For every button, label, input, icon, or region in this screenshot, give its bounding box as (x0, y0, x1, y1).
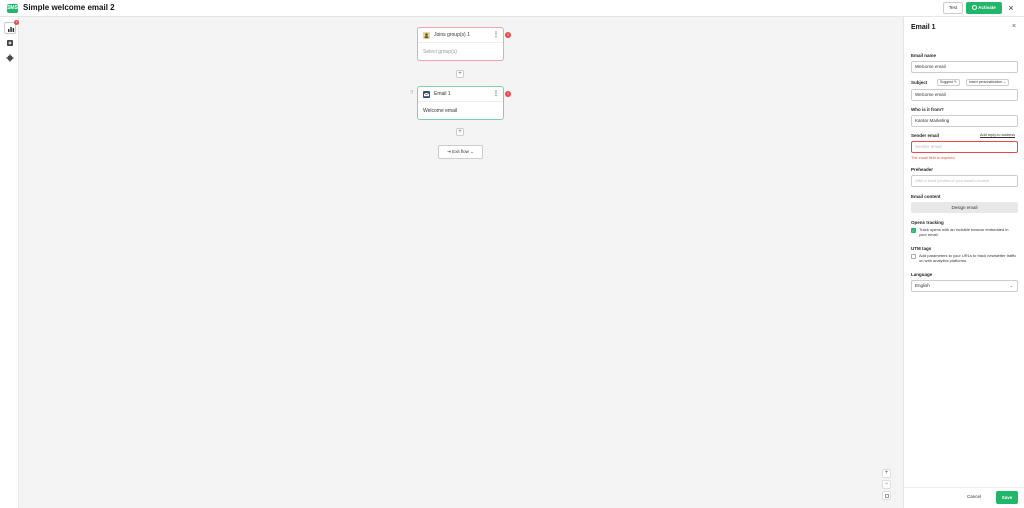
email-icon (423, 91, 430, 98)
test-button[interactable]: Test (943, 2, 963, 14)
email-name-label: Email name (911, 53, 937, 58)
node-header: Joins group(s) 1 ⋮ (418, 28, 503, 43)
page-title: Simple welcome email 2 (23, 3, 115, 12)
node-body: Welcome email (423, 108, 458, 114)
activate-icon (972, 5, 978, 10)
subject-input[interactable]: Welcome email (911, 89, 1018, 101)
more-options-icon[interactable]: ⋮ (493, 90, 499, 97)
suggest-button[interactable]: Suggest ✎ (937, 79, 960, 86)
error-indicator: ! (505, 32, 511, 38)
email-name-input[interactable]: Welcome email (911, 61, 1018, 73)
add-step-button[interactable]: + (456, 70, 464, 78)
node-header: Email 1 ⋮ (418, 87, 503, 102)
exit-flow-label: Exit flow (452, 149, 469, 154)
cancel-button[interactable]: Cancel (967, 494, 981, 499)
sidebar-item-reports[interactable]: 1 (4, 20, 19, 34)
node-body: Select group(s) (423, 49, 457, 55)
preheader-label: Preheader (911, 167, 934, 172)
language-select[interactable]: English ⌄ (911, 280, 1018, 292)
close-icon[interactable]: × (1012, 23, 1016, 30)
more-options-icon[interactable]: ⋮ (493, 31, 499, 38)
zoom-in-button[interactable]: + (882, 469, 891, 478)
app-logo: SMS (7, 4, 18, 13)
activate-label: Activate (978, 5, 996, 10)
opens-tracking-text: Track opens with an invisible beacon emb… (919, 227, 1009, 237)
utm-tags-checkbox[interactable] (911, 254, 916, 259)
fit-view-button[interactable] (882, 491, 891, 500)
sidebar-item-settings[interactable] (4, 52, 16, 64)
sender-email-error: The email field is required. (911, 156, 956, 160)
exit-flow-button[interactable]: ⇥ Exit flow ⌄ (438, 145, 483, 159)
design-email-button[interactable]: Design email (911, 202, 1018, 213)
email-settings-panel: Email 1 × Email name Welcome email Subje… (903, 17, 1024, 508)
group-icon (423, 32, 430, 39)
preheader-input[interactable]: Offer a short preview of your email's co… (911, 175, 1018, 187)
from-label: Who is it from? (911, 107, 944, 112)
language-value: English (915, 283, 930, 288)
drag-handle-icon[interactable]: ⠿ (410, 90, 414, 96)
error-indicator: ! (505, 91, 511, 97)
top-bar: SMS Simple welcome email 2 Test Activate… (0, 0, 1024, 17)
zoom-out-button[interactable]: − (882, 480, 891, 489)
subject-label: Subject (911, 80, 928, 85)
chevron-down-icon: ⌄ (1009, 283, 1013, 288)
utm-tags-text: Add parameters to your URLs to track new… (919, 253, 1017, 263)
insert-personalization-button[interactable]: Insert personalization ⌄ (966, 79, 1010, 86)
fit-view-icon (884, 493, 889, 498)
close-icon[interactable]: × (1006, 2, 1016, 14)
email-node[interactable]: Email 1 ⋮ Welcome email (417, 86, 504, 120)
add-reply-to-link[interactable]: Add reply-to address (980, 133, 1015, 137)
left-sidebar: 1 (0, 17, 19, 508)
save-button[interactable]: Save (996, 491, 1018, 504)
panel-footer: Cancel Save (904, 487, 1024, 508)
utm-tags-label: UTM tags (911, 246, 932, 251)
node-title: Email 1 (434, 91, 451, 97)
bar-chart-icon (8, 27, 15, 32)
email-content-label: Email content (911, 194, 941, 199)
opens-tracking-checkbox[interactable]: ✓ (911, 228, 916, 233)
language-label: Language (911, 272, 933, 277)
panel-title: Email 1 (911, 24, 936, 31)
chevron-down-icon: ⌄ (468, 149, 474, 154)
activate-button[interactable]: Activate (966, 2, 1002, 14)
node-title: Joins group(s) 1 (434, 32, 470, 38)
sender-email-input[interactable]: Sender email (911, 141, 1018, 153)
sender-email-label: Sender email (911, 133, 940, 138)
opens-tracking-label: Opens tracking (911, 220, 944, 225)
gear-icon (6, 54, 14, 62)
from-input[interactable]: Kantar Marketing (911, 115, 1018, 127)
trigger-node[interactable]: Joins group(s) 1 ⋮ Select group(s) (417, 27, 504, 61)
add-step-button[interactable]: + (456, 128, 464, 136)
add-square-icon (7, 40, 13, 46)
sidebar-item-add[interactable] (4, 37, 16, 49)
